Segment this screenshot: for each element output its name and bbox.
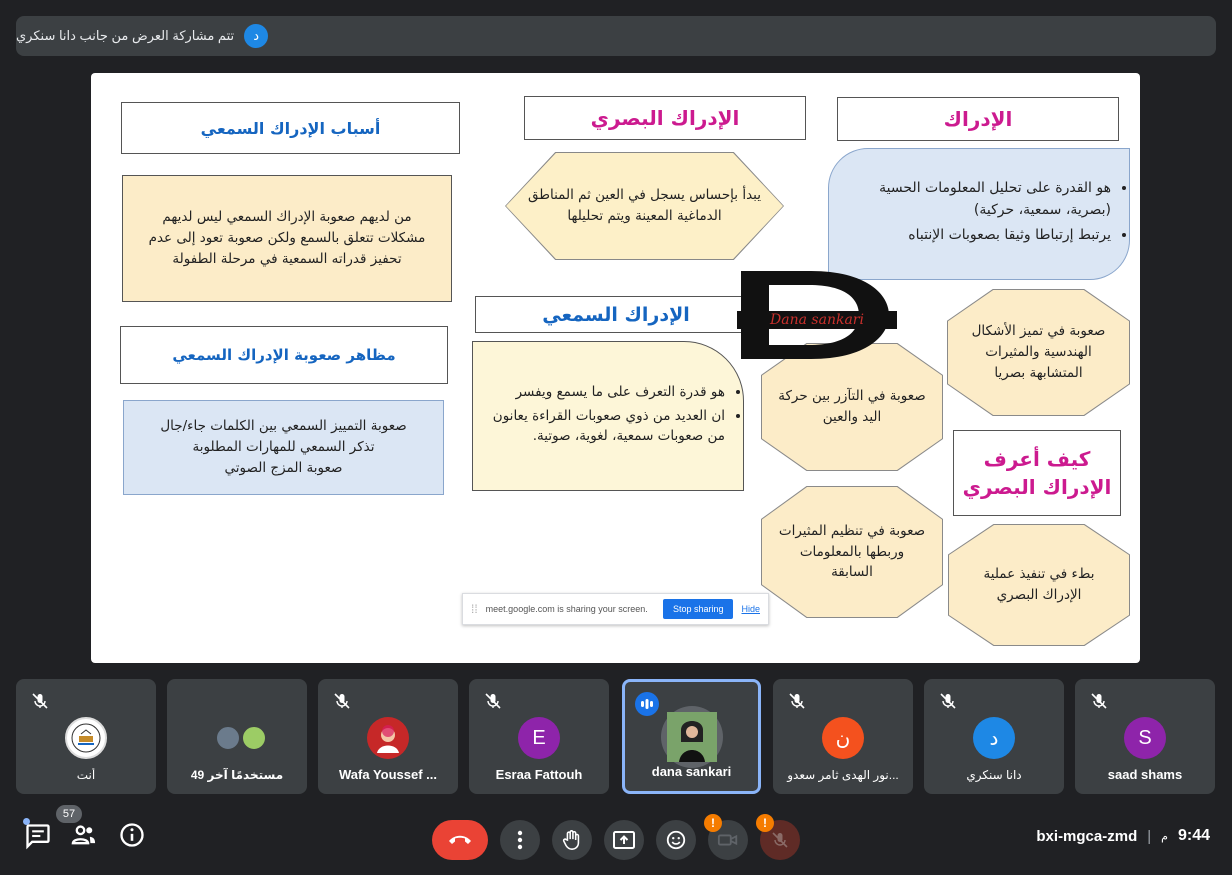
warning-icon: !	[756, 814, 774, 832]
slide-oct3: صعوبة في تنظيم المثيرات وربطها بالمعلوما…	[762, 487, 942, 617]
participant-name: 49 مستخدمًا آخر	[190, 768, 284, 782]
mic-off-icon	[940, 693, 956, 709]
participant-name: dana sankari	[651, 764, 732, 779]
participant-tile[interactable]: E Esraa Fattouh	[469, 679, 609, 794]
participant-tile-you[interactable]: أنت	[16, 679, 156, 794]
people-icon	[71, 825, 96, 845]
participant-tile[interactable]: د دانا سنكري	[924, 679, 1064, 794]
slide-aspects-line: تذكر السمعي للمهارات المطلوبة	[192, 439, 375, 456]
more-options-button[interactable]	[500, 820, 540, 860]
hang-up-icon	[449, 835, 471, 844]
avatar: د	[973, 717, 1015, 759]
slide-how-title-line: كيف أعرف	[983, 447, 1091, 471]
stop-sharing-button[interactable]: Stop sharing	[662, 599, 734, 619]
camera-off-icon	[717, 834, 738, 846]
avatar	[241, 725, 267, 751]
avatar-group	[207, 717, 267, 759]
slide-aspects-line: صعوبة المزج الصوتي	[224, 459, 343, 476]
slide-how-title: كيف أعرف الإدراك البصري	[953, 430, 1121, 516]
slide-oct4: بطء في تنفيذ عملية الإدراك البصري	[949, 525, 1129, 645]
raise-hand-button[interactable]	[552, 820, 592, 860]
participant-name: نور الهدى ثامر سعدو...	[787, 768, 899, 782]
slide-aspects-title: مظاهر صعوبة الإدراك السمعي	[120, 326, 448, 384]
slide-aspects-body: صعوبة التمييز السمعي بين الكلمات جاء/جال…	[123, 400, 444, 495]
divider: |	[1147, 827, 1152, 845]
clock: 9:44	[1177, 827, 1210, 844]
mic-off-icon	[789, 693, 805, 709]
avatar	[367, 717, 409, 759]
mic-toggle-button[interactable]: !	[756, 814, 800, 860]
slide-oct2: صعوبة في التآزر بين حركة اليد والعين	[762, 344, 942, 470]
profile-photo-icon	[666, 712, 717, 762]
leave-call-button[interactable]	[432, 820, 488, 860]
presenter-avatar: د	[244, 24, 269, 48]
slide-causes-title: أسباب الإدراك السمعي	[121, 102, 460, 154]
profile-photo-icon	[377, 725, 399, 753]
sharing-message: meet.google.com is sharing your screen.	[485, 604, 648, 614]
avatar: E	[518, 717, 560, 759]
meeting-details-button[interactable]	[118, 821, 148, 851]
participant-name: أنت	[76, 768, 96, 782]
mic-off-icon	[772, 832, 788, 848]
slide-auditory-bullet: ان العديد من ذوي صعوبات القراءة يعانون م…	[489, 406, 725, 448]
participant-tile-others[interactable]: 49 مستخدمًا آخر	[167, 679, 307, 794]
avatar: ن	[822, 717, 864, 759]
mic-off-icon	[334, 693, 350, 709]
avatar	[660, 706, 723, 768]
participant-tile[interactable]: Wafa Youssef ...	[318, 679, 458, 794]
slide-auditory-title: الإدراك السمعي	[475, 296, 757, 333]
presenter-banner-text: تتم مشاركة العرض من جانب دانا سنكري	[16, 28, 235, 43]
mic-off-icon	[1091, 693, 1107, 709]
participant-tile[interactable]: ن نور الهدى ثامر سعدو...	[773, 679, 913, 794]
time-period: م	[1161, 830, 1168, 843]
camera-toggle-button[interactable]: !	[704, 814, 748, 860]
slide-aspects-line: صعوبة التمييز السمعي بين الكلمات جاء/جال	[160, 418, 407, 435]
presenter-banner: د تتم مشاركة العرض من جانب دانا سنكري	[16, 16, 1216, 56]
avatar: S	[1124, 717, 1166, 759]
logo-text: Dana sankari	[737, 311, 897, 329]
hide-sharing-bar-link[interactable]: Hide	[741, 604, 760, 614]
shared-screen: الإدراك هو القدرة على تحليل المعلومات ال…	[91, 73, 1140, 663]
meeting-info: bxi-mgca-zmd | م 9:44	[1036, 827, 1210, 845]
screen-sharing-bar: ⁞⁞ meet.google.com is sharing your scree…	[462, 593, 769, 625]
bottom-toolbar: 57 ! ! bxi-mgca-zmd | م 9:44	[0, 805, 1232, 865]
slide-how-title-line: الإدراك البصري	[962, 475, 1112, 499]
slide-visual-body: يبدأ بإحساس يسجل في العين ثم المناطق الد…	[506, 153, 783, 259]
participant-name: saad shams	[1107, 767, 1183, 782]
avatar	[215, 725, 241, 751]
slide-visual-title: الإدراك البصري	[524, 96, 806, 140]
chat-icon	[26, 824, 50, 850]
mic-off-icon	[32, 693, 48, 709]
participant-name: دانا سنكري	[966, 768, 1022, 782]
drag-handle-icon[interactable]: ⁞⁞	[471, 602, 478, 616]
emoji-icon	[666, 830, 686, 850]
slide-auditory-bullet: هو قدرة التعرف على ما يسمع ويفسر	[489, 382, 725, 403]
chat-button[interactable]	[20, 817, 56, 853]
speaking-indicator-icon	[635, 692, 659, 716]
avatar	[65, 717, 107, 759]
participant-tile-speaking[interactable]: dana sankari	[622, 679, 761, 794]
people-button[interactable]	[70, 821, 100, 851]
more-vertical-icon	[517, 830, 523, 850]
participant-name: Esraa Fattouh	[495, 767, 583, 782]
meeting-code: bxi-mgca-zmd	[1036, 827, 1138, 845]
participant-name: Wafa Youssef ...	[338, 767, 437, 782]
slide-idrak-box: هو القدرة على تحليل المعلومات الحسية (بص…	[828, 148, 1130, 280]
mic-off-icon	[485, 693, 501, 709]
slide-idrak-bullet: هو القدرة على تحليل المعلومات الحسية (بص…	[845, 178, 1111, 221]
slide-causes-body: من لديهم صعوبة الإدراك السمعي ليس لديهم …	[122, 175, 452, 302]
warning-icon: !	[704, 814, 722, 832]
slide-oct1: صعوبة في تميز الأشكال الهندسية والمثيرات…	[948, 290, 1129, 415]
participant-tile[interactable]: S saad shams	[1075, 679, 1215, 794]
slide-idrak-title: الإدراك	[837, 97, 1119, 141]
present-icon	[613, 831, 635, 849]
slide-auditory-box: هو قدرة التعرف على ما يسمع ويفسر ان العد…	[472, 341, 744, 491]
slide-idrak-bullet: يرتبط إرتباطا وثيقا بصعوبات الإنتباه	[845, 225, 1111, 247]
present-screen-button[interactable]	[604, 820, 644, 860]
school-logo-icon	[71, 723, 101, 753]
hand-icon	[562, 830, 580, 850]
info-icon	[120, 823, 144, 847]
reactions-button[interactable]	[656, 820, 696, 860]
